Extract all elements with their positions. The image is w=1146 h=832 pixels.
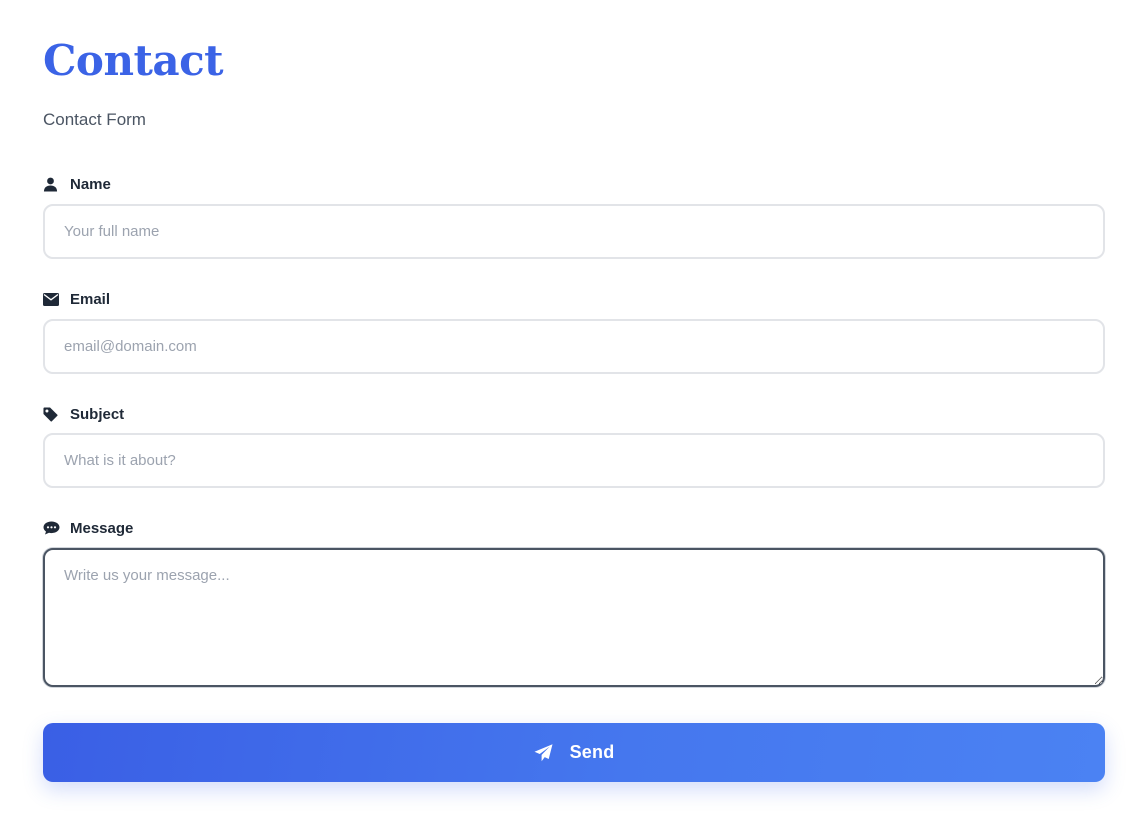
envelope-icon [43,290,61,308]
subject-input[interactable] [43,433,1105,488]
send-button[interactable]: Send [43,723,1105,782]
tag-icon [43,405,61,423]
subject-label-text: Subject [70,405,125,423]
subject-label: Subject [43,404,124,424]
email-label: Email [43,289,110,309]
name-input[interactable] [43,204,1105,259]
email-label-text: Email [70,290,111,308]
page-subtitle: Contact Form [43,110,146,129]
email-input[interactable] [43,319,1105,374]
page-title: Contact [43,36,224,85]
name-label: Name [43,174,111,194]
paper-plane-icon [534,743,554,763]
message-label: Message [43,518,133,538]
user-icon [43,175,61,193]
send-button-label: Send [569,742,615,762]
name-label-text: Name [70,175,111,193]
comments-icon [43,519,61,537]
message-label-text: Message [70,519,134,537]
message-textarea[interactable] [43,548,1105,687]
